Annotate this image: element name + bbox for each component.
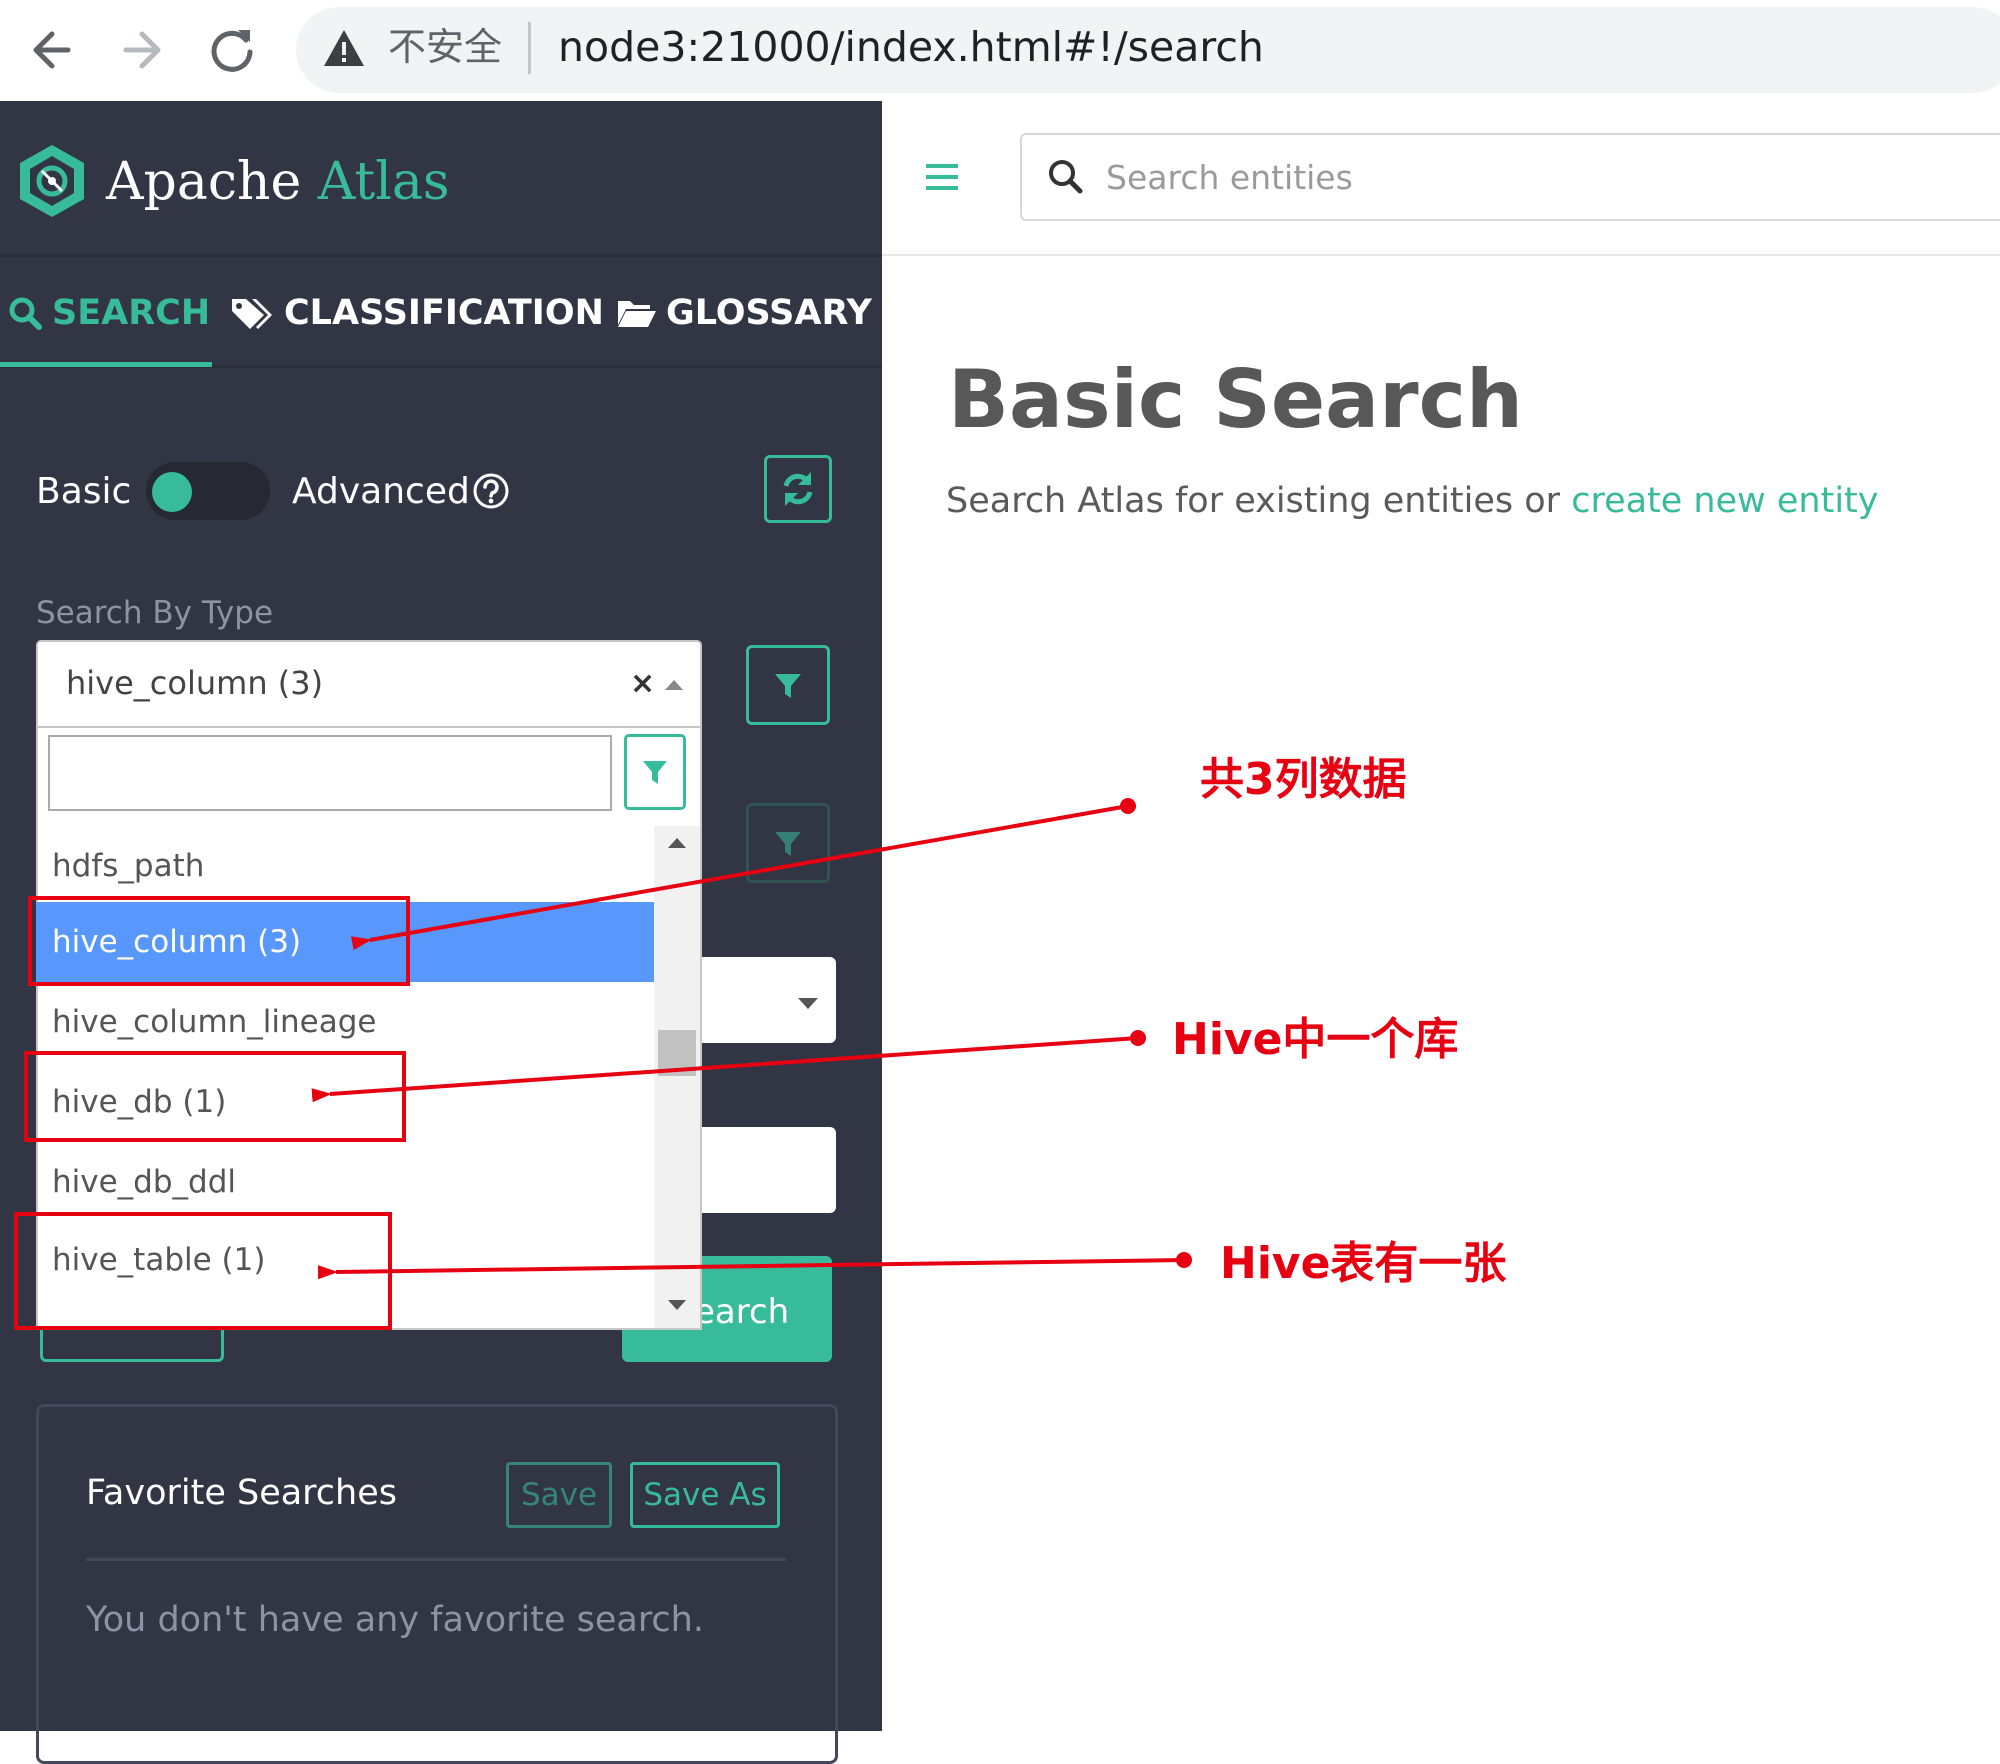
favorite-searches-empty: You don't have any favorite search. — [86, 1600, 704, 1640]
tab-glossary[interactable]: GLOSSARY — [616, 288, 872, 338]
tab-glossary-label: GLOSSARY — [666, 293, 872, 333]
arrow-right-icon — [123, 31, 161, 69]
scroll-up-icon[interactable] — [668, 838, 686, 848]
basic-mode-label: Basic — [36, 471, 132, 512]
type-option[interactable]: hive_column_lineage — [36, 982, 654, 1062]
active-tab-indicator — [0, 362, 212, 367]
favorite-searches-title: Favorite Searches — [86, 1473, 398, 1513]
type-option[interactable]: hive_table (1) — [36, 1220, 654, 1300]
arrow-left-icon — [33, 31, 71, 69]
annotation-label: 共3列数据 — [1200, 754, 1407, 805]
back-button[interactable] — [22, 18, 86, 82]
filter-icon — [643, 761, 667, 784]
dropdown-search-input[interactable] — [48, 735, 612, 811]
page-subtitle: Search Atlas for existing entities or cr… — [946, 476, 1879, 526]
search-icon — [9, 297, 42, 330]
scrollbar[interactable] — [654, 826, 700, 1328]
atlas-logo-icon[interactable] — [16, 141, 88, 221]
brand-apache: Apache — [106, 152, 302, 212]
global-search-placeholder[interactable]: Search entities — [1106, 156, 1353, 200]
save-as-button[interactable]: Save As — [630, 1462, 780, 1528]
filter-icon — [775, 832, 801, 856]
insecure-label[interactable]: 不安全 — [388, 24, 502, 70]
scroll-down-icon[interactable] — [668, 1300, 686, 1310]
search-button-label: earch — [694, 1292, 790, 1332]
advanced-mode-label: Advanced — [292, 471, 470, 512]
free-text-input[interactable] — [696, 1127, 836, 1213]
type-option[interactable]: hive_db (1) — [36, 1062, 654, 1142]
annotation-dot — [1130, 1030, 1146, 1046]
annotation-label: Hive中一个库 — [1172, 1014, 1459, 1065]
tab-search-label: SEARCH — [52, 293, 211, 333]
type-option[interactable]: hdfs_path — [36, 826, 654, 906]
annotation-dot — [1120, 798, 1136, 814]
tab-classification-label: CLASSIFICATION — [284, 293, 604, 333]
tab-classification[interactable]: CLASSIFICATION — [230, 288, 604, 338]
toggle-knob[interactable] — [152, 472, 192, 512]
refresh-icon — [783, 472, 813, 506]
chevron-up-icon[interactable] — [665, 680, 683, 690]
dropdown-options: hdfs_path hive_column (3) hive_column_line… — [36, 826, 654, 1328]
warning-icon[interactable] — [322, 26, 366, 70]
search-icon — [1046, 157, 1084, 195]
search-by-type-label: Search By Type — [36, 595, 274, 631]
tab-search[interactable]: SEARCH — [8, 288, 210, 338]
reload-icon — [211, 30, 253, 72]
page-title: Basic Search — [948, 353, 1523, 446]
brand-atlas: Atlas — [317, 152, 450, 212]
type-option[interactable]: hive_column (3) — [36, 902, 654, 982]
annotation-dot — [1176, 1252, 1192, 1268]
hamburger-menu-icon[interactable] — [924, 162, 960, 192]
type-option[interactable]: hive_db_ddl — [36, 1142, 654, 1222]
question-circle-icon[interactable] — [472, 472, 510, 510]
annotation-label: Hive表有一张 — [1220, 1238, 1507, 1289]
url-text[interactable]: node3:21000/index.html#!/search — [558, 20, 1264, 74]
folder-open-icon — [618, 301, 656, 327]
divider — [86, 1558, 786, 1561]
filter-icon — [775, 674, 801, 698]
create-entity-link[interactable]: create new entity — [1571, 481, 1878, 521]
save-button[interactable]: Save — [506, 1462, 612, 1528]
subtitle-text: Search Atlas for existing entities or — [946, 481, 1572, 521]
chevron-down-icon — [798, 998, 818, 1009]
tags-icon — [232, 299, 272, 329]
clear-selection-icon[interactable]: × — [630, 664, 655, 704]
tag-filter-button[interactable] — [746, 803, 830, 883]
address-separator — [528, 22, 531, 74]
refresh-button[interactable] — [764, 455, 832, 523]
forward-button[interactable] — [110, 18, 174, 82]
reload-button[interactable] — [200, 18, 264, 82]
type-select-value[interactable]: hive_column (3) — [66, 660, 323, 706]
brand-title[interactable]: Apache Atlas — [106, 148, 450, 216]
favorite-searches-panel — [36, 1404, 838, 1764]
dropdown-filter-button[interactable] — [624, 734, 686, 810]
scrollbar-thumb[interactable] — [658, 1030, 696, 1076]
type-filter-button[interactable] — [746, 645, 830, 725]
